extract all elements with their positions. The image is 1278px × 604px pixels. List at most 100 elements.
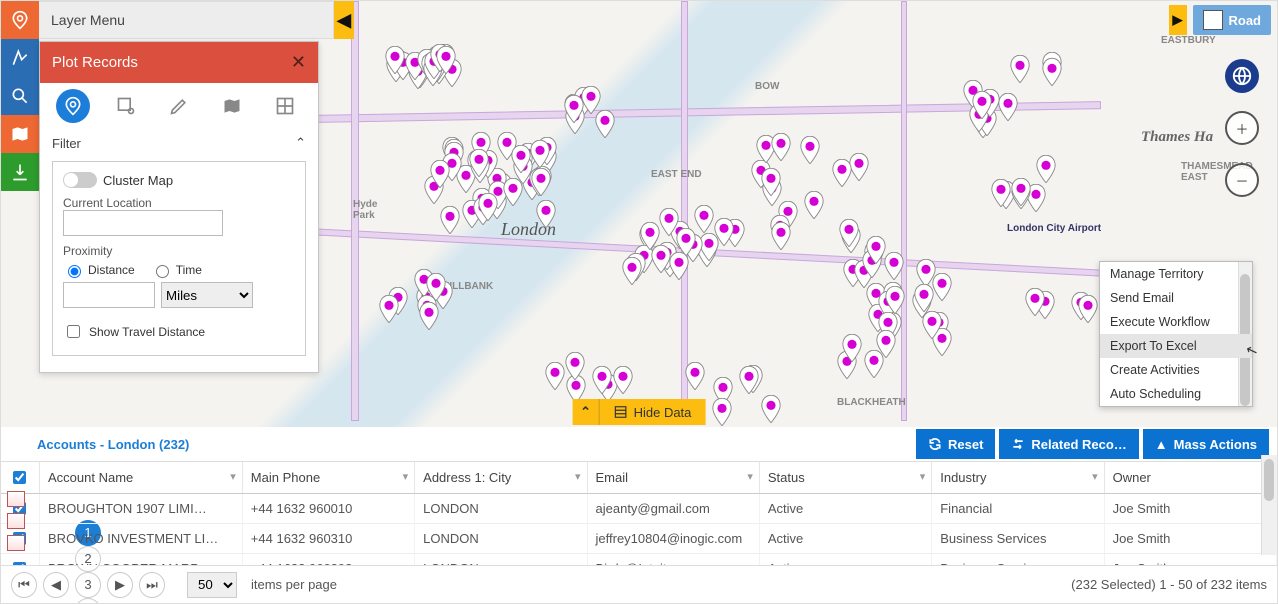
map-pin[interactable]	[384, 46, 406, 74]
pager-prev[interactable]: ◀	[43, 572, 69, 598]
rail-plot-icon[interactable]	[1, 1, 39, 39]
pager-first[interactable]: ⏮	[11, 572, 37, 598]
tab-territory-icon[interactable]	[215, 89, 249, 123]
map-pin[interactable]	[477, 193, 499, 221]
hide-data-chevron[interactable]: ⌃	[573, 399, 599, 425]
map-pin[interactable]	[884, 286, 906, 314]
tab-plot-icon[interactable]	[56, 89, 90, 123]
map-pin[interactable]	[915, 259, 937, 287]
table-row[interactable]: BROWN COOPER MARP…+44 1632 960293LONDONB…	[1, 554, 1277, 566]
map-pin[interactable]	[921, 311, 943, 339]
mass-action-item[interactable]: Export To Excel↖	[1100, 334, 1252, 358]
map-pin[interactable]	[841, 334, 863, 362]
map-pin[interactable]	[1009, 55, 1031, 83]
pager-last[interactable]: ⏭	[139, 572, 165, 598]
mass-action-item[interactable]: Auto Scheduling	[1100, 382, 1252, 406]
distance-radio[interactable]: Distance	[63, 262, 135, 278]
filter-icon[interactable]: ▾	[575, 470, 581, 483]
table-row[interactable]: BROUGHTON 1907 LIMI…+44 1632 960010LONDO…	[1, 494, 1277, 524]
table-row[interactable]: BROVKO INVESTMENT LI…+44 1632 960310LOND…	[1, 524, 1277, 554]
layer-menu-bar[interactable]: Layer Menu	[39, 1, 334, 39]
column-header[interactable]: Email▾	[587, 462, 759, 494]
mass-actions-button[interactable]: ▲Mass Actions	[1143, 429, 1269, 459]
column-header[interactable]: Industry▾	[932, 462, 1104, 494]
map-pin[interactable]	[770, 222, 792, 250]
map-pin[interactable]	[865, 236, 887, 264]
map-pin[interactable]	[799, 136, 821, 164]
column-header[interactable]: Address 1: City▾	[415, 462, 587, 494]
map-pin[interactable]	[535, 200, 557, 228]
map-pin[interactable]	[612, 366, 634, 394]
map-pin[interactable]	[1024, 288, 1046, 316]
close-icon[interactable]: ✕	[291, 52, 306, 73]
mass-action-item[interactable]: Manage Territory	[1100, 262, 1252, 286]
filter-icon[interactable]: ▾	[747, 470, 753, 483]
column-header[interactable]: Account Name▾	[40, 462, 243, 494]
map-pin[interactable]	[803, 191, 825, 219]
basemap-road-button[interactable]: Road	[1193, 5, 1272, 35]
rail-search-area-icon[interactable]	[1, 77, 39, 115]
pager-page[interactable]: 4	[75, 598, 101, 604]
map-pin[interactable]	[439, 206, 461, 234]
map-pin[interactable]	[875, 330, 897, 358]
map-pin[interactable]	[668, 252, 690, 280]
grid-scrollbar[interactable]	[1261, 455, 1277, 555]
rail-route-icon[interactable]	[1, 39, 39, 77]
zoom-out-button[interactable]: －	[1225, 163, 1259, 197]
map-pin[interactable]	[621, 257, 643, 285]
map-pin[interactable]	[1035, 155, 1057, 183]
map-pin[interactable]	[1010, 178, 1032, 206]
map-pin[interactable]	[435, 46, 457, 74]
map-pin[interactable]	[591, 366, 613, 394]
map-pin[interactable]	[1077, 295, 1099, 323]
tab-draw-icon[interactable]	[162, 89, 196, 123]
filter-icon[interactable]: ▾	[1092, 470, 1098, 483]
right-collapse-toggle[interactable]: ▶	[1169, 5, 1187, 35]
map-pin[interactable]	[378, 295, 400, 323]
map-pin[interactable]	[544, 362, 566, 390]
refresh-globe-icon[interactable]	[1225, 59, 1259, 93]
page-size-select[interactable]: 50	[187, 572, 237, 598]
pager-page[interactable]: 3	[75, 572, 101, 598]
map-pin[interactable]	[713, 218, 735, 246]
mass-action-item[interactable]: Send Email	[1100, 286, 1252, 310]
map-pin[interactable]	[990, 179, 1012, 207]
map-pin[interactable]	[838, 219, 860, 247]
select-all-checkbox[interactable]	[13, 471, 26, 484]
map-pin[interactable]	[760, 395, 782, 423]
tab-layout-icon[interactable]	[268, 89, 302, 123]
rail-download-icon[interactable]	[1, 153, 39, 191]
row-action-icon[interactable]	[7, 535, 25, 551]
map-pin[interactable]	[429, 160, 451, 188]
map-pin[interactable]	[997, 93, 1019, 121]
show-travel-checkbox[interactable]	[67, 325, 80, 338]
related-records-button[interactable]: Related Reco…	[999, 429, 1138, 459]
current-location-input[interactable]	[63, 210, 223, 236]
row-action-icon[interactable]	[7, 491, 25, 507]
map-pin[interactable]	[530, 168, 552, 196]
distance-input[interactable]	[63, 282, 155, 308]
tab-search-icon[interactable]	[109, 89, 143, 123]
chevron-up-icon[interactable]: ⌃	[295, 135, 306, 151]
cluster-map-toggle[interactable]	[63, 172, 97, 188]
map-pin[interactable]	[684, 362, 706, 390]
map-pin[interactable]	[468, 149, 490, 177]
column-header[interactable]: Main Phone▾	[242, 462, 414, 494]
map-pin[interactable]	[971, 91, 993, 119]
grid-title[interactable]: Accounts - London (232)	[37, 437, 189, 452]
pager-next[interactable]: ▶	[107, 572, 133, 598]
map-pin[interactable]	[831, 159, 853, 187]
map-pin[interactable]	[711, 398, 733, 426]
map-pin[interactable]	[425, 273, 447, 301]
map-pin[interactable]	[564, 352, 586, 380]
hide-data-button[interactable]: Hide Data	[599, 399, 706, 425]
zoom-in-button[interactable]: ＋	[1225, 111, 1259, 145]
reset-button[interactable]: Reset	[916, 429, 995, 459]
row-action-icon[interactable]	[7, 513, 25, 529]
map-pin[interactable]	[502, 178, 524, 206]
map-pin[interactable]	[770, 133, 792, 161]
mass-action-item[interactable]: Execute Workflow	[1100, 310, 1252, 334]
filter-icon[interactable]: ▾	[403, 470, 409, 483]
map-pin[interactable]	[760, 168, 782, 196]
unit-select[interactable]: Miles	[161, 282, 253, 308]
